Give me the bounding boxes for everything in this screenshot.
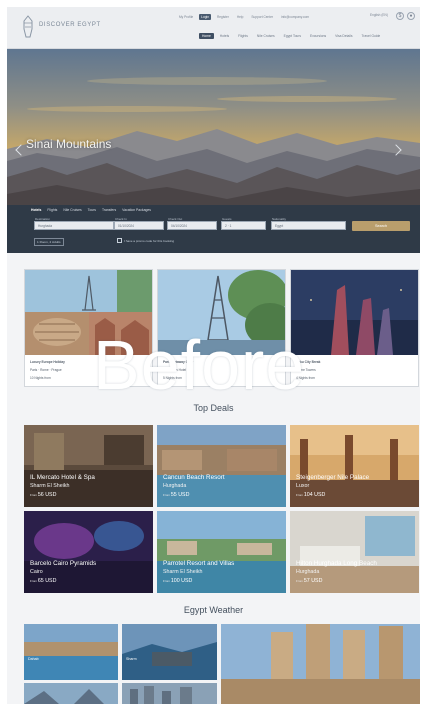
top-nav: My Profile Login Register Help Support C…: [177, 14, 311, 20]
topnav-help[interactable]: Help: [235, 14, 246, 20]
deal-name: Steigenberger Nile Palace: [296, 474, 370, 481]
deal-price: 104 USD: [303, 492, 326, 498]
topnav-profile[interactable]: My Profile: [177, 14, 195, 20]
temple-columns-image: [221, 624, 420, 704]
search-tab-tours[interactable]: Tours: [88, 208, 96, 212]
promo-checkbox[interactable]: I have a promo code for this booking: [117, 238, 174, 243]
deal-location: Luxor: [296, 483, 310, 489]
deal-meta: From 100 USD: [163, 578, 192, 584]
currency-icon[interactable]: $: [396, 12, 404, 20]
search-tab-flights[interactable]: Flights: [47, 208, 57, 212]
deal-meta: From 104 USD: [296, 492, 325, 498]
deal-from-label: From: [296, 579, 303, 583]
weather-tile[interactable]: [24, 683, 118, 704]
deal-from-label: From: [30, 579, 37, 583]
deal-location: Hurghada: [296, 569, 320, 575]
deal-name: Parrotel Resort and Villas: [163, 560, 235, 567]
main-nav: Home Hotels Flights Nile Cruises Egypt T…: [199, 33, 383, 39]
hurghada-image: [24, 683, 118, 704]
mainnav-visa[interactable]: Visa Details: [332, 33, 355, 39]
promo-card[interactable]: Baku City Break Flame Towers 4 Nights fr…: [290, 269, 419, 387]
deal-meta: From 55 USD: [163, 492, 189, 498]
search-tab-packages[interactable]: Vacation Packages: [122, 208, 151, 212]
deal-card[interactable]: Parrotel Resort and Villas Sharm El Shei…: [157, 511, 286, 593]
search-tabs: Hotels Flights Nile Cruises Tours Transf…: [31, 208, 151, 212]
deal-location: Cairo: [30, 569, 43, 575]
search-panel: Hotels Flights Nile Cruises Tours Transf…: [7, 205, 420, 253]
mainnav-egypt-tours[interactable]: Egypt Tours: [281, 33, 304, 39]
nationality-select[interactable]: Egypt: [271, 221, 346, 230]
mainnav-flights[interactable]: Flights: [235, 33, 251, 39]
deal-card[interactable]: IL Mercato Hotel & Spa Sharm El Sheikh F…: [24, 425, 153, 507]
deal-card[interactable]: Cancun Beach Resort Hurghada From 55 USD: [157, 425, 286, 507]
mainnav-nile-cruises[interactable]: Nile Cruises: [254, 33, 278, 39]
deal-meta: From 57 USD: [296, 578, 322, 584]
hero-title: Sinai Mountains: [26, 137, 112, 151]
search-button[interactable]: Search: [352, 221, 410, 231]
before-watermark: Before: [93, 326, 306, 404]
search-tab-hotels[interactable]: Hotels: [31, 208, 41, 212]
hero-banner: Sinai Mountains: [7, 49, 420, 214]
site-header: DISCOVER EGYPT My Profile Login Register…: [7, 7, 420, 49]
deal-location: Sharm El Sheikh: [163, 569, 203, 575]
deal-name: Hilton Hurghada Long Beach: [296, 560, 377, 567]
page-frame: DISCOVER EGYPT My Profile Login Register…: [7, 7, 420, 704]
weather-tile[interactable]: [122, 683, 217, 704]
deal-price: 56 USD: [37, 492, 57, 498]
topnav-login[interactable]: Login: [199, 14, 211, 20]
weather-tile-label: Dahab: [28, 657, 39, 661]
pharaoh-logo-icon[interactable]: [21, 15, 35, 39]
mainnav-excursions[interactable]: Excursions: [307, 33, 329, 39]
deal-location: Hurghada: [163, 483, 187, 489]
destination-field[interactable]: Hurghada: [34, 221, 114, 230]
guests-field[interactable]: 2 · 1: [221, 221, 266, 230]
deal-meta: From 65 USD: [30, 578, 56, 584]
promo-card-subtitle: Paris · Rome · Prague: [30, 368, 62, 372]
deal-card[interactable]: Steigenberger Nile Palace Luxor From 104…: [290, 425, 419, 507]
mainnav-home[interactable]: Home: [199, 33, 214, 39]
user-icon[interactable]: ●: [407, 12, 415, 20]
rooms-dropdown[interactable]: 1 Room, 2 Adults: [34, 238, 64, 246]
language-select[interactable]: English (EN): [370, 13, 388, 17]
mainnav-guide[interactable]: Travel Guide: [359, 33, 384, 39]
deal-location: Sharm El Sheikh: [30, 483, 70, 489]
mountain-landscape-image: [7, 49, 420, 214]
deal-name: IL Mercato Hotel & Spa: [30, 474, 95, 481]
weather-tile[interactable]: Dahab: [24, 624, 118, 680]
deal-card[interactable]: Barcelo Cairo Pyramids Cairo From 65 USD: [24, 511, 153, 593]
weather-title: Egypt Weather: [183, 605, 244, 615]
weather-tile[interactable]: Sharm: [122, 624, 217, 680]
dahab-beach-image: [24, 624, 118, 680]
promo-card-title: Luxury Europe Holiday: [30, 360, 65, 364]
deal-name: Barcelo Cairo Pyramids: [30, 560, 97, 567]
deal-price: 65 USD: [37, 578, 57, 584]
checkin-field[interactable]: 01/10/2024: [114, 221, 164, 230]
deal-from-label: From: [163, 579, 170, 583]
deal-meta: From 56 USD: [30, 492, 56, 498]
search-tab-transfers[interactable]: Transfers: [102, 208, 116, 212]
checkout-field[interactable]: 04/10/2024: [167, 221, 217, 230]
topnav-register[interactable]: Register: [215, 14, 231, 20]
brand-name[interactable]: DISCOVER EGYPT: [39, 22, 101, 28]
deal-card[interactable]: Hilton Hurghada Long Beach Hurghada From…: [290, 511, 419, 593]
deal-name: Cancun Beach Resort: [163, 474, 225, 481]
mainnav-hotels[interactable]: Hotels: [217, 33, 232, 39]
deal-from-label: From: [296, 493, 303, 497]
deal-price: 57 USD: [303, 578, 323, 584]
deal-from-label: From: [30, 493, 37, 497]
topnav-support[interactable]: Support Center: [249, 14, 275, 20]
search-tab-nile-cruises[interactable]: Nile Cruises: [63, 208, 81, 212]
weather-tile[interactable]: [221, 624, 420, 704]
deal-price: 100 USD: [170, 578, 193, 584]
baku-night-image: [291, 270, 418, 355]
promo-card-note: 10 Nights from: [30, 376, 51, 380]
weather-tile-label: Sharm: [126, 657, 137, 661]
sharm-coast-image: [122, 624, 217, 680]
deal-price: 55 USD: [170, 492, 190, 498]
cairo-skyline-image: [122, 683, 217, 704]
deal-from-label: From: [163, 493, 170, 497]
topnav-email[interactable]: info@company.com: [279, 14, 311, 20]
